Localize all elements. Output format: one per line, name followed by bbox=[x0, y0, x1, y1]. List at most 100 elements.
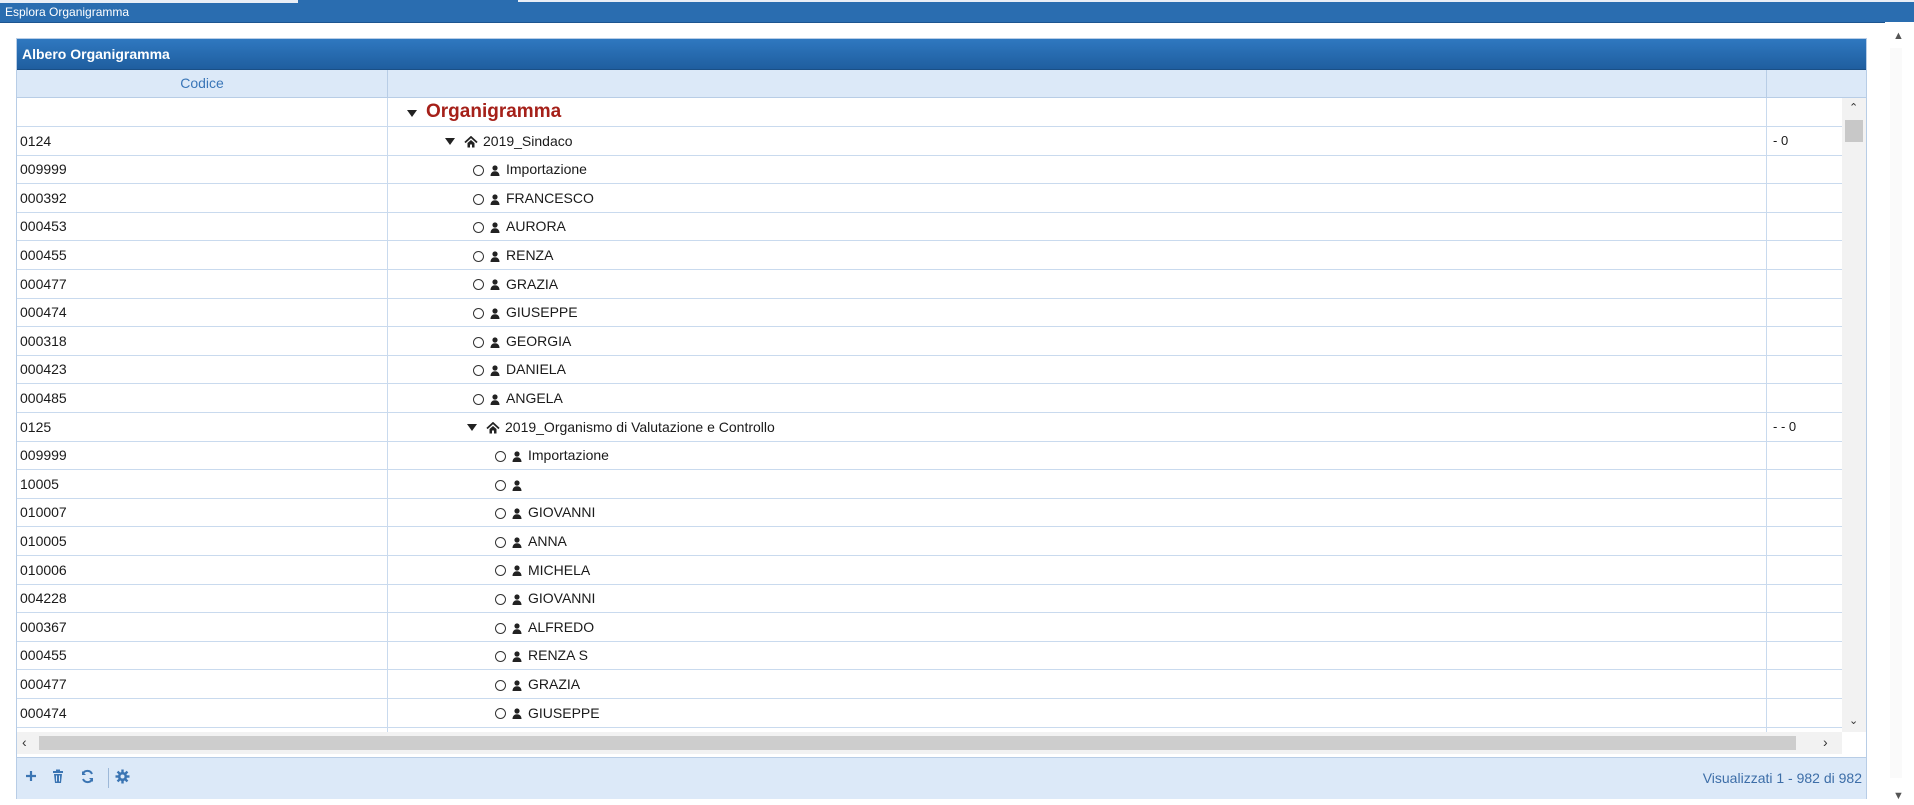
tree-group-row[interactable]: 0124 2019_Sindaco - 0 bbox=[17, 126, 1842, 156]
node-label: RENZA bbox=[506, 247, 554, 263]
panel-title: Albero Organigramma bbox=[22, 46, 170, 62]
tree-group-row[interactable]: 0125 2019_Organismo di Valutazione e Cont… bbox=[17, 412, 1842, 442]
tree-person-row[interactable]: 000453 AURORA bbox=[17, 212, 1842, 242]
tree-person-row[interactable]: 000392 FRANCESCO bbox=[17, 183, 1842, 213]
page-scrollbar[interactable]: ▲ ▼ bbox=[1885, 22, 1914, 805]
column-headers: Codice bbox=[17, 70, 1866, 98]
tree-person-row[interactable]: 004228 GIOVANNI bbox=[17, 584, 1842, 614]
select-radio[interactable] bbox=[495, 651, 506, 663]
tree-person-row[interactable]: 000455 RENZA S bbox=[17, 641, 1842, 671]
person-icon bbox=[512, 562, 528, 578]
expand-caret-icon[interactable] bbox=[445, 138, 455, 146]
row-code: 004228 bbox=[20, 590, 67, 607]
org-tree-panel: Albero Organigramma Codice Organigramma … bbox=[16, 38, 1867, 799]
node-label: DANIELA bbox=[506, 361, 566, 378]
row-code: 010006 bbox=[20, 561, 67, 578]
select-radio[interactable] bbox=[473, 336, 484, 348]
scroll-left-icon[interactable]: ‹ bbox=[22, 734, 27, 750]
row-extra: - 0 bbox=[1773, 132, 1789, 148]
scroll-down-icon[interactable]: ▼ bbox=[1893, 790, 1904, 802]
window-title: Esplora Organigramma bbox=[5, 5, 130, 19]
tree-person-row[interactable]: 010007 GIOVANNI bbox=[17, 498, 1842, 528]
person-icon bbox=[512, 447, 528, 463]
tree-person-row[interactable]: 000474 GIUSEPPE bbox=[17, 298, 1842, 328]
scroll-up-arrow-icon[interactable]: ⌃ bbox=[1849, 101, 1858, 114]
column-header-code[interactable]: Codice bbox=[17, 70, 388, 97]
person-icon bbox=[490, 361, 506, 377]
scroll-right-icon[interactable]: › bbox=[1823, 734, 1828, 750]
tree-person-row[interactable]: 009999 Importazione bbox=[17, 441, 1842, 471]
select-radio[interactable] bbox=[495, 508, 506, 520]
select-radio[interactable] bbox=[473, 193, 484, 205]
expand-caret-icon[interactable] bbox=[467, 424, 477, 432]
select-radio[interactable] bbox=[473, 393, 484, 405]
row-code: 0124 bbox=[20, 132, 52, 149]
tree-person-row[interactable]: 000318 GEORGIA bbox=[17, 326, 1842, 356]
node-label: GIOVANNI bbox=[528, 504, 596, 521]
node-label: ANGELA bbox=[506, 390, 563, 406]
tree-person-row[interactable]: 000423 DANIELA bbox=[17, 355, 1842, 385]
node-label: 2019_Sindaco bbox=[483, 132, 573, 149]
vertical-scroll-thumb[interactable] bbox=[1845, 120, 1863, 142]
node-label: RENZA S bbox=[528, 647, 588, 664]
row-code: 10005 bbox=[20, 475, 59, 492]
tree-person-row[interactable]: 000455 RENZA bbox=[17, 241, 1842, 270]
node-label: GIUSEPPE bbox=[506, 304, 578, 321]
person-icon bbox=[490, 218, 506, 234]
scroll-down-arrow-icon[interactable]: ⌄ bbox=[1849, 714, 1858, 727]
select-radio[interactable] bbox=[495, 708, 506, 720]
tree-person-row[interactable]: 009999 Importazione bbox=[17, 155, 1842, 185]
person-icon bbox=[490, 161, 506, 177]
node-label: GRAZIA bbox=[528, 676, 581, 692]
select-radio[interactable] bbox=[495, 536, 506, 548]
tree-person-row[interactable]: 010006 MICHELA bbox=[17, 555, 1842, 585]
select-radio[interactable] bbox=[473, 365, 484, 377]
node-label: 2019_Organismo di Valutazione e Controll… bbox=[505, 418, 775, 435]
select-radio[interactable] bbox=[473, 307, 484, 319]
row-code: 000477 bbox=[20, 275, 67, 292]
page-scroll-track[interactable] bbox=[1890, 48, 1902, 778]
expand-caret-icon[interactable] bbox=[407, 109, 417, 117]
node-label: GIUSEPPE bbox=[528, 704, 600, 721]
select-radio[interactable] bbox=[495, 622, 506, 634]
node-label: GRAZIA bbox=[506, 275, 559, 292]
row-code: 000455 bbox=[20, 247, 67, 263]
select-radio[interactable] bbox=[495, 479, 506, 491]
gear-icon[interactable] bbox=[115, 769, 130, 787]
select-radio[interactable] bbox=[473, 222, 484, 234]
add-icon[interactable] bbox=[24, 769, 38, 786]
tree-person-row[interactable]: 000477 GRAZIA bbox=[17, 269, 1842, 299]
trash-icon[interactable] bbox=[51, 769, 65, 787]
tab-strip-right bbox=[518, 0, 1914, 2]
person-icon bbox=[512, 676, 528, 692]
row-extra: - - 0 bbox=[1773, 418, 1797, 434]
panel-header: Albero Organigramma bbox=[17, 39, 1866, 70]
tree-person-row[interactable]: 000367 ALFREDO bbox=[17, 612, 1842, 642]
grid-vertical-scrollbar[interactable]: ⌃ ⌄ bbox=[1842, 98, 1866, 732]
tree-person-row[interactable]: 10005 bbox=[17, 469, 1842, 499]
node-label: FRANCESCO bbox=[506, 189, 594, 206]
person-icon bbox=[490, 304, 506, 320]
tree-person-row[interactable]: 000485 ANGELA bbox=[17, 384, 1842, 413]
person-icon bbox=[512, 590, 528, 606]
row-code: 000367 bbox=[20, 618, 67, 635]
column-header-extra[interactable] bbox=[1766, 70, 1867, 97]
person-icon bbox=[512, 476, 528, 492]
select-radio[interactable] bbox=[473, 279, 484, 291]
refresh-icon[interactable] bbox=[80, 769, 95, 787]
tree-person-row[interactable]: 000474 GIUSEPPE bbox=[17, 698, 1842, 728]
tree-root-row[interactable]: Organigramma bbox=[17, 98, 1842, 127]
select-radio[interactable] bbox=[495, 593, 506, 605]
scroll-up-icon[interactable]: ▲ bbox=[1893, 30, 1904, 42]
select-radio[interactable] bbox=[473, 250, 484, 262]
select-radio[interactable] bbox=[495, 679, 506, 691]
horizontal-scroll-thumb[interactable] bbox=[39, 736, 1796, 750]
select-radio[interactable] bbox=[473, 164, 484, 176]
select-radio[interactable] bbox=[495, 450, 506, 462]
node-label: GIOVANNI bbox=[528, 590, 596, 607]
select-radio[interactable] bbox=[495, 565, 506, 577]
grid-horizontal-scrollbar[interactable]: ‹ › bbox=[17, 732, 1842, 754]
node-label: MICHELA bbox=[528, 561, 591, 578]
tree-person-row[interactable]: 000477 GRAZIA bbox=[17, 670, 1842, 699]
tree-person-row[interactable]: 010005 ANNA bbox=[17, 527, 1842, 556]
